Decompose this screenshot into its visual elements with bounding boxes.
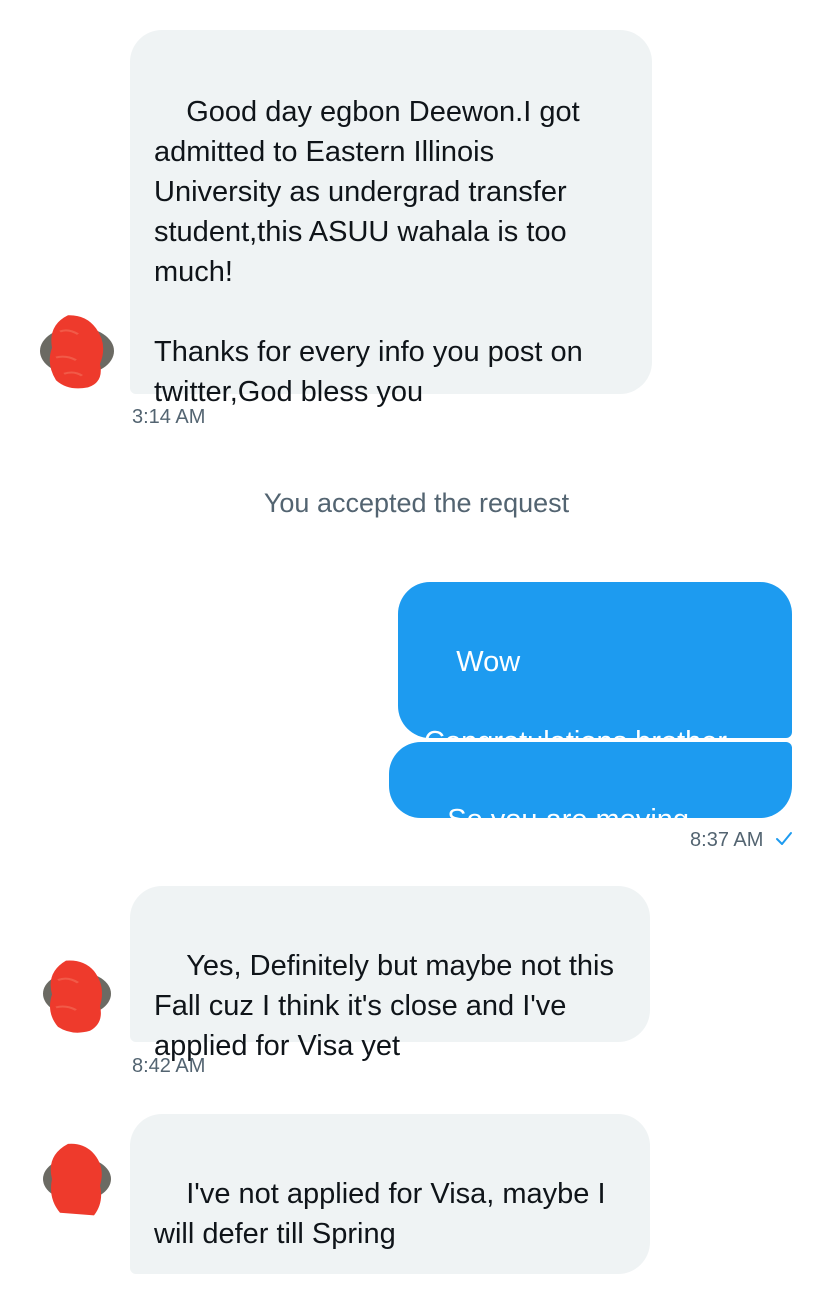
incoming-message-bubble[interactable]: I've not applied for Visa, maybe I will …	[130, 1114, 650, 1274]
message-timestamp: 8:37 AM	[690, 829, 764, 851]
message-text: Good day egbon Deewon.I got admitted to …	[154, 96, 583, 408]
incoming-message-bubble[interactable]: Good day egbon Deewon.I got admitted to …	[130, 30, 652, 408]
redacted-avatar[interactable]	[38, 958, 116, 1036]
message-text: Yes, Definitely but maybe not this Fall …	[154, 950, 623, 1062]
outgoing-message-bubble[interactable]: So you are moving right?	[389, 742, 792, 876]
message-timestamp: 3:14 AM	[132, 406, 206, 428]
message-text: So you are moving right?	[415, 804, 698, 876]
message-timestamp-row: 8:37 AM	[690, 828, 793, 853]
redacted-avatar[interactable]	[38, 312, 116, 390]
incoming-message-bubble[interactable]: Yes, Definitely but maybe not this Fall …	[130, 886, 650, 1062]
outgoing-message-bubble[interactable]: Wow Congratulations brother	[398, 582, 792, 758]
redacted-avatar[interactable]	[38, 1140, 116, 1218]
message-timestamp: 8:42 AM	[132, 1055, 206, 1077]
message-thread: Good day egbon Deewon.I got admitted to …	[0, 0, 833, 1274]
check-icon	[775, 829, 793, 853]
message-text: I've not applied for Visa, maybe I will …	[154, 1178, 614, 1250]
request-accepted-notice: You accepted the request	[263, 488, 570, 518]
